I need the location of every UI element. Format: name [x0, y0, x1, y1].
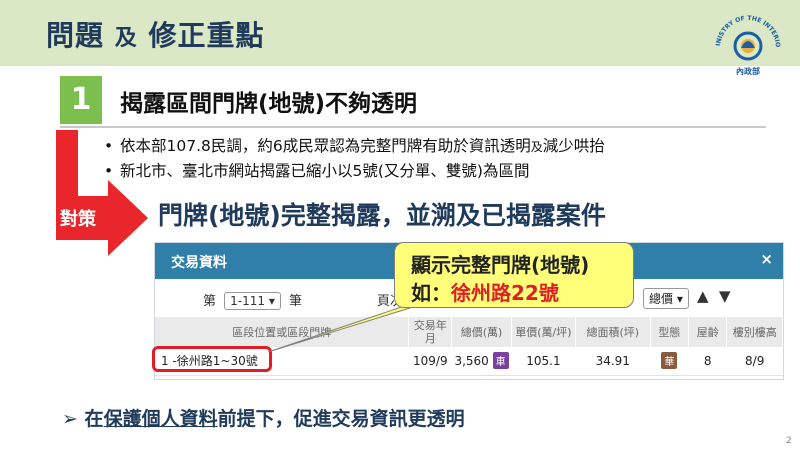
building-type-badge: 華	[661, 352, 678, 370]
section-number: 1	[60, 76, 102, 124]
section-divider	[60, 126, 766, 128]
callout-line1: 顯示完整門牌(地號)	[411, 253, 590, 277]
sort-ascending-icon[interactable]: ▲	[697, 287, 709, 305]
chevron-down-icon: ▾	[676, 292, 683, 306]
bullet-small-text: 及	[530, 140, 543, 154]
title-part-problem: 問題	[46, 19, 105, 52]
col-header[interactable]: 交易年月	[408, 317, 453, 347]
col-header[interactable]: 總價(萬)	[451, 317, 512, 347]
arrow-bullet-icon: ➢	[62, 408, 78, 430]
sort-value: 總價	[649, 292, 674, 306]
col-header[interactable]: 區段位置或區段門牌	[155, 317, 410, 347]
address-highlight-outline	[152, 346, 272, 372]
bullet-text-tail: 減少哄抬	[542, 137, 605, 155]
panel-title: 交易資料	[171, 255, 227, 271]
callout-line2: 如：徐州路22號	[411, 277, 559, 306]
sort-select[interactable]: 總價 ▾	[643, 288, 689, 309]
col-header[interactable]: 樓別樓高	[726, 317, 783, 347]
logo-seal: 內政部	[736, 66, 760, 76]
bottom-underlined: 保護個人資料	[103, 408, 218, 430]
bullet-item: 新北市、臺北市網站揭露已縮小以5號(又分單、雙號)為區間	[104, 159, 605, 183]
title-part-and: 及	[114, 26, 138, 51]
red-arrow-head-icon	[108, 180, 148, 256]
ministry-logo-icon: MINISTRY OF THE INTERIOR 內政部	[710, 8, 781, 76]
slide-title: 問題 及 修正重點	[46, 14, 265, 54]
title-part-focus: 修正重點	[148, 19, 265, 52]
bottom-suffix: 前提下，促進交易資訊更透明	[217, 408, 465, 430]
type-cell: 華	[650, 347, 689, 376]
col-header[interactable]: 屋齡	[688, 317, 728, 347]
red-arrow-stem	[56, 130, 78, 204]
section-title: 揭露區間門牌(地號)不夠透明	[120, 91, 418, 117]
callout-box: 顯示完整門牌(地號) 如：徐州路22號	[394, 242, 634, 308]
bullet-item: 依本部107.8民調，約6成民眾認為完整門牌有助於資訊透明及減少哄抬	[104, 134, 605, 159]
record-range-select[interactable]: 1-111 ▾	[224, 292, 281, 310]
bottom-statement: ➢ 在保護個人資料前提下，促進交易資訊更透明	[62, 404, 465, 431]
bullet-text: 依本部107.8民調，約6成民眾認為完整門牌有助於資訊透明	[120, 137, 531, 155]
parking-badge: 車	[492, 352, 509, 370]
total-price-value: 3,560	[454, 354, 489, 369]
page-number: 2	[786, 436, 792, 446]
col-header[interactable]: 型態	[650, 317, 690, 347]
total-price-cell: 3,560 車	[451, 347, 512, 376]
countermeasure-label: 對策	[60, 209, 96, 230]
record-range: 第 1-111 ▾ 筆	[203, 290, 302, 310]
floor-cell: 8/9	[726, 347, 783, 376]
callout-highlight: 徐州路22號	[451, 281, 559, 305]
table-header-row: 區段位置或區段門牌 交易年月 總價(萬) 單價(萬/坪) 總面積(坪) 型態 屋…	[155, 317, 783, 347]
bullet-text: 新北市、臺北市網站揭露已縮小以5號(又分單、雙號)為區間	[120, 162, 530, 180]
col-header[interactable]: 總面積(坪)	[575, 317, 651, 347]
unit-price-cell: 105.1	[511, 347, 576, 376]
callout-prefix: 如：	[411, 281, 451, 305]
policy-statement: 門牌(地號)完整揭露，並溯及已揭露案件	[158, 201, 606, 230]
pager-prefix: 第	[203, 294, 217, 309]
col-header[interactable]: 單價(萬/坪)	[511, 317, 576, 347]
sort-descending-icon[interactable]: ▼	[719, 287, 731, 305]
close-icon[interactable]: ×	[760, 250, 773, 268]
bullet-list: 依本部107.8民調，約6成民眾認為完整門牌有助於資訊透明及減少哄抬 新北市、臺…	[104, 134, 605, 183]
chevron-down-icon: ▾	[268, 294, 275, 308]
pager-suffix: 筆	[289, 294, 303, 309]
date-cell: 109/9	[408, 347, 452, 376]
bottom-prefix: 在	[84, 408, 104, 430]
area-cell: 34.91	[575, 347, 651, 376]
record-range-value: 1-111	[230, 294, 266, 308]
age-cell: 8	[688, 347, 727, 376]
